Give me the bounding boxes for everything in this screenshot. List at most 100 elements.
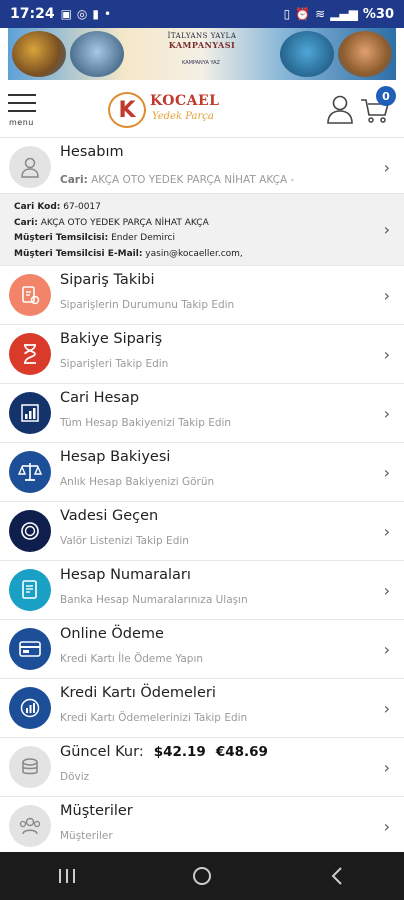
menu-row-hourglass[interactable]: Bakiye Sipariş Siparişleri Takip Edin ›	[0, 325, 404, 384]
back-arrow-icon	[331, 867, 342, 885]
coins-icon	[22, 758, 38, 775]
menu-label: menu	[9, 118, 34, 127]
alarm-icon: ⏰	[295, 7, 311, 21]
user-profile-button[interactable]	[326, 94, 354, 124]
dot-notification-icon: •	[104, 7, 112, 21]
rep-label: Müşteri Temsilcisi:	[14, 233, 109, 243]
user-icon	[327, 95, 353, 124]
signal-icon: ▂▄▆	[330, 7, 358, 21]
currency-title: Güncel Kur: $42.19 €48.69	[60, 744, 268, 760]
menu-row-bar-chart[interactable]: Cari Hesap Tüm Hesap Bakiyenizi Takip Edi…	[0, 384, 404, 443]
banner-photo-coast	[280, 31, 334, 77]
chevron-right-icon: ›	[383, 817, 390, 836]
customers-icon-circle	[9, 805, 51, 847]
rep-email-line: Müşteri Temsilcisi E-Mail: yasin@kocaell…	[14, 247, 390, 263]
banner-small-text: KAMPANYA YAZ	[182, 60, 220, 66]
menu-row-subtitle: Siparişleri Takip Edin	[60, 358, 169, 370]
menu-row-coin[interactable]: Vadesi Geçen Valör Listenizi Takip Edin ›	[0, 502, 404, 561]
menu-row-subtitle: Anlık Hesap Bakiyenizi Görün	[60, 476, 215, 488]
recent-apps-icon	[59, 869, 76, 883]
menu-row-order-tracking[interactable]: Sipariş Takibi Siparişlerin Durumunu Taki…	[0, 266, 404, 325]
menu-row-title: Kredi Kartı Ödemeleri	[60, 685, 216, 701]
cari-name-line: Cari: AKÇA OTO YEDEK PARÇA NİHAT AKÇA	[14, 216, 390, 232]
hamburger-icon-bar	[8, 110, 36, 112]
credit-card-icon	[9, 628, 51, 670]
status-time: 17:24	[10, 6, 55, 22]
chevron-right-icon: ›	[383, 522, 390, 541]
menu-row-subtitle: Siparişlerin Durumunu Takip Edin	[60, 299, 235, 311]
menu-row-subtitle: Kredi Kartı Ödemelerinizi Takip Edin	[60, 712, 248, 724]
currency-subtitle: Döviz	[60, 771, 90, 783]
wifi-icon: ≋	[315, 7, 326, 21]
customers-subtitle: Müşteriler	[60, 830, 113, 842]
menu-row-subtitle: Valör Listenizi Takip Edin	[60, 535, 189, 547]
menu-row-bank-document[interactable]: Hesap Numaraları Banka Hesap Numaralarını…	[0, 561, 404, 620]
currency-row[interactable]: Güncel Kur: $42.19 €48.69 Döviz ›	[0, 738, 404, 797]
chevron-right-icon: ›	[383, 286, 390, 305]
cart-count-badge: 0	[376, 86, 396, 106]
chevron-right-icon: ›	[383, 581, 390, 600]
menu-row-title: Hesap Bakiyesi	[60, 449, 171, 465]
usd-rate: $42.19	[153, 744, 206, 760]
menu-row-title: Cari Hesap	[60, 390, 140, 406]
back-button[interactable]	[307, 856, 367, 896]
cari-kod-value: 67-0017	[63, 202, 101, 212]
user-icon	[21, 157, 39, 178]
chevron-right-icon: ›	[383, 220, 390, 239]
chevron-right-icon: ›	[383, 758, 390, 777]
home-button[interactable]	[172, 856, 232, 896]
customers-row[interactable]: Müşteriler Müşteriler ›	[0, 797, 404, 856]
menu-row-payment-chart[interactable]: Kredi Kartı Ödemeleri Kredi Kartı Ödemele…	[0, 679, 404, 738]
menu-row-title: Sipariş Takibi	[60, 272, 155, 288]
customer-info-box[interactable]: Cari Kod: 67-0017 Cari: AKÇA OTO YEDEK P…	[0, 194, 404, 266]
menu-row-credit-card[interactable]: Online Ödeme Kredi Kartı İle Ödeme Yapın ›	[0, 620, 404, 679]
banner-photo-town	[338, 31, 392, 77]
chevron-right-icon: ›	[383, 699, 390, 718]
bank-document-icon	[9, 569, 51, 611]
logo-name: KOCAEL	[150, 93, 220, 109]
figure-notification-icon: ▮	[92, 7, 100, 21]
scale-icon	[9, 451, 51, 493]
chevron-right-icon: ›	[383, 404, 390, 423]
rep-email-label: Müşteri Temsilcisi E-Mail:	[14, 248, 143, 259]
hourglass-icon	[9, 333, 51, 375]
kocael-logo[interactable]: K KOCAEL Yedek Parça	[108, 90, 220, 130]
status-bar: 17:24 ▣ ◎ ▮ • ▯ ⏰ ≋ ▂▄▆ %30	[0, 0, 404, 28]
account-menu-list: Hesabım Cari: AKÇA OTO YEDEK PARÇA NİHAT…	[0, 138, 404, 856]
battery-level: %30	[362, 6, 394, 22]
menu-row-title: Bakiye Sipariş	[60, 331, 163, 347]
menu-button[interactable]: menu	[8, 94, 38, 130]
menu-row-subtitle: Kredi Kartı İle Ödeme Yapın	[60, 653, 204, 665]
chevron-right-icon: ›	[383, 640, 390, 659]
bar-chart-icon	[9, 392, 51, 434]
logo-mark: K	[108, 92, 146, 128]
customers-title: Müşteriler	[60, 803, 133, 819]
cari-value: AKÇA OTO YEDEK PARÇA NİHAT AKÇA -	[91, 174, 295, 186]
menu-row-title: Hesap Numaraları	[60, 567, 191, 583]
recent-apps-button[interactable]	[37, 856, 97, 896]
my-account-title: Hesabım	[60, 144, 124, 160]
payment-chart-icon	[9, 687, 51, 729]
chevron-right-icon: ›	[383, 463, 390, 482]
group-icon	[19, 817, 41, 835]
logo-letter: K	[118, 97, 136, 123]
system-navigation-bar	[0, 852, 404, 900]
cari-kod-line: Cari Kod: 67-0017	[14, 200, 390, 216]
battery-saver-icon: ▯	[283, 7, 291, 21]
rep-value: Ender Demirci	[111, 233, 175, 243]
menu-row-subtitle: Tüm Hesap Bakiyenizi Takip Edin	[60, 417, 232, 429]
menu-row-title: Vadesi Geçen	[60, 508, 159, 524]
currency-icon-circle	[9, 746, 51, 788]
my-account-row[interactable]: Hesabım Cari: AKÇA OTO YEDEK PARÇA NİHAT…	[0, 138, 404, 194]
chevron-right-icon: ›	[383, 158, 390, 177]
banner-photo-mosque	[12, 31, 66, 77]
menu-row-title: Online Ödeme	[60, 626, 164, 642]
rep-email-value: yasin@kocaeller.com,	[145, 248, 243, 259]
menu-row-scale[interactable]: Hesap Bakiyesi Anlık Hesap Bakiyenizi Gör…	[0, 443, 404, 502]
home-circle-icon	[192, 867, 211, 885]
hamburger-icon	[8, 94, 36, 96]
logo-subtitle: Yedek Parça	[152, 111, 214, 122]
banner-title: İTALYANS YAYLA KAMPANYASI	[138, 32, 266, 50]
promo-banner[interactable]: İTALYANS YAYLA KAMPANYASI KAMPANYA YAZ	[8, 28, 396, 80]
cari-name-value: AKÇA OTO YEDEK PARÇA NİHAT AKÇA	[40, 217, 209, 228]
